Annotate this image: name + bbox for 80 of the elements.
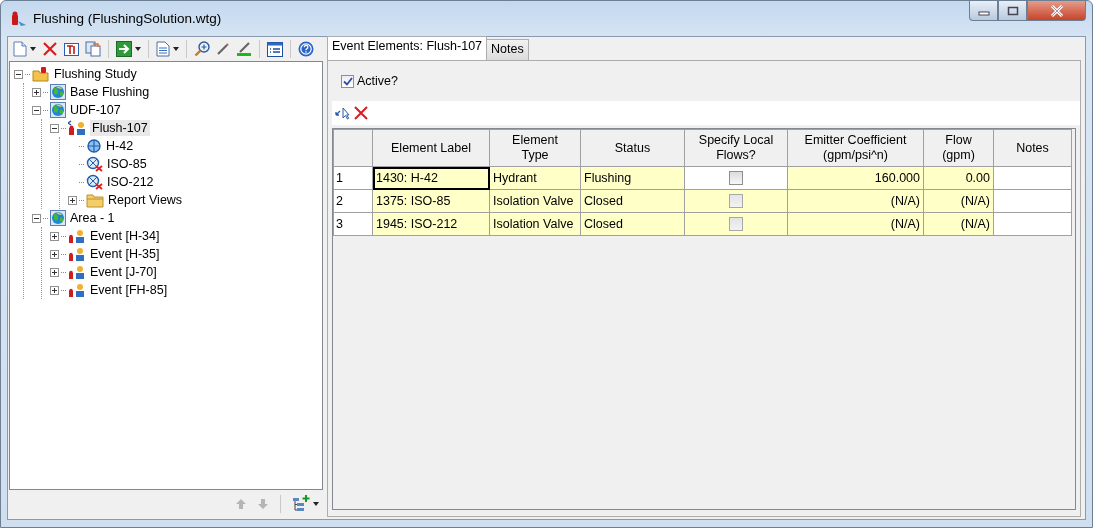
tree-item[interactable]: Event [FH-85]	[88, 282, 170, 298]
tree-item[interactable]: Event [J-70]	[88, 264, 159, 280]
table-cell: (N/A)	[787, 189, 924, 213]
tree-item[interactable]: Area - 1	[68, 210, 117, 226]
collapse-icon[interactable]	[32, 213, 41, 223]
folder-icon	[86, 192, 104, 208]
tree-item[interactable]: ISO-85	[105, 156, 149, 172]
maximize-icon	[1006, 5, 1019, 16]
tree-item[interactable]: UDF-107	[68, 102, 123, 118]
checkbox[interactable]	[729, 171, 743, 186]
collapse-icon[interactable]	[14, 69, 23, 79]
highlighter-icon[interactable]	[236, 41, 252, 57]
expand-icon[interactable]	[50, 231, 59, 241]
delete-icon[interactable]	[42, 41, 58, 57]
close-button[interactable]	[1027, 1, 1086, 21]
help-icon[interactable]	[298, 41, 314, 57]
copy-icon[interactable]	[85, 41, 101, 57]
column-header: Flow (gpm)	[923, 129, 994, 167]
arrow-right-icon[interactable]	[116, 41, 132, 57]
maximize-button[interactable]	[998, 1, 1027, 21]
column-header: Specify Local Flows?	[684, 129, 788, 167]
row-number: 2	[333, 189, 373, 213]
worker-hydrant-icon	[68, 246, 86, 262]
globe-icon	[50, 210, 66, 226]
tree-item[interactable]: Report Views	[106, 192, 185, 208]
globe-icon	[50, 84, 66, 100]
caret-icon[interactable]	[135, 47, 141, 51]
minimize-button[interactable]	[969, 1, 998, 21]
caret-icon[interactable]	[30, 47, 36, 51]
expand-icon[interactable]	[32, 87, 41, 97]
tree-item[interactable]: Event [H-35]	[88, 246, 162, 262]
list-window-icon[interactable]	[267, 41, 283, 57]
table-cell: (N/A)	[787, 212, 924, 236]
expand-icon[interactable]	[50, 267, 59, 277]
hydrant-icon	[9, 10, 27, 27]
column-header: Emitter Coefficient (gpm/psi^n)	[787, 129, 924, 167]
hydrant-node-icon	[86, 138, 102, 154]
tree-item[interactable]: H-42	[104, 138, 136, 154]
table-cell: 1945: ISO-212	[372, 212, 490, 236]
close-icon	[1049, 4, 1064, 17]
zoom-in-icon[interactable]	[194, 41, 210, 57]
column-header: Notes	[993, 129, 1072, 167]
delete-icon[interactable]	[354, 106, 368, 120]
closed-valve-icon	[86, 156, 103, 172]
collapse-icon[interactable]	[50, 123, 59, 133]
expand-icon[interactable]	[50, 285, 59, 295]
tree-item[interactable]: Flush-107	[90, 120, 150, 136]
tree-item[interactable]: Base Flushing	[68, 84, 152, 100]
closed-valve-icon	[86, 174, 103, 190]
row-number: 3	[333, 212, 373, 236]
tab[interactable]: Notes	[486, 39, 529, 60]
expand-icon[interactable]	[68, 195, 77, 205]
collapse-icon[interactable]	[32, 105, 41, 115]
caret-icon[interactable]	[173, 47, 179, 51]
caret-icon[interactable]	[313, 501, 319, 506]
pencil-icon[interactable]	[216, 42, 230, 56]
expand-icon[interactable]	[50, 249, 59, 259]
table-cell: 160.000	[787, 166, 924, 190]
globe-icon	[50, 102, 66, 118]
tree-item[interactable]: ISO-212	[105, 174, 156, 190]
window-title: Flushing (FlushingSolution.wtg)	[33, 11, 223, 26]
worker-hydrant-icon	[68, 264, 86, 280]
table-cell: 1375: ISO-85	[372, 189, 490, 213]
tree-item[interactable]: Event [H-34]	[88, 228, 162, 244]
tree-item[interactable]: Flushing Study	[52, 66, 139, 82]
column-header: Status	[580, 129, 685, 167]
column-header: Element Type	[489, 129, 581, 167]
tab[interactable]: Event Elements: Flush-107	[327, 36, 488, 60]
worker-hydrant-icon	[68, 228, 86, 244]
select-pointer-icon[interactable]	[335, 106, 350, 120]
report-icon[interactable]	[156, 41, 170, 57]
worker-hydrant-icon	[68, 120, 88, 136]
folder-icon	[32, 66, 50, 82]
rename-icon[interactable]	[64, 41, 79, 57]
active-checkbox[interactable]	[341, 74, 354, 88]
checkbox-label: Active?	[357, 74, 398, 88]
row-number: 1	[333, 166, 373, 190]
column-header: Element Label	[372, 129, 490, 167]
worker-hydrant-icon	[68, 282, 86, 298]
table-cell: 1430: H-42	[372, 166, 490, 190]
